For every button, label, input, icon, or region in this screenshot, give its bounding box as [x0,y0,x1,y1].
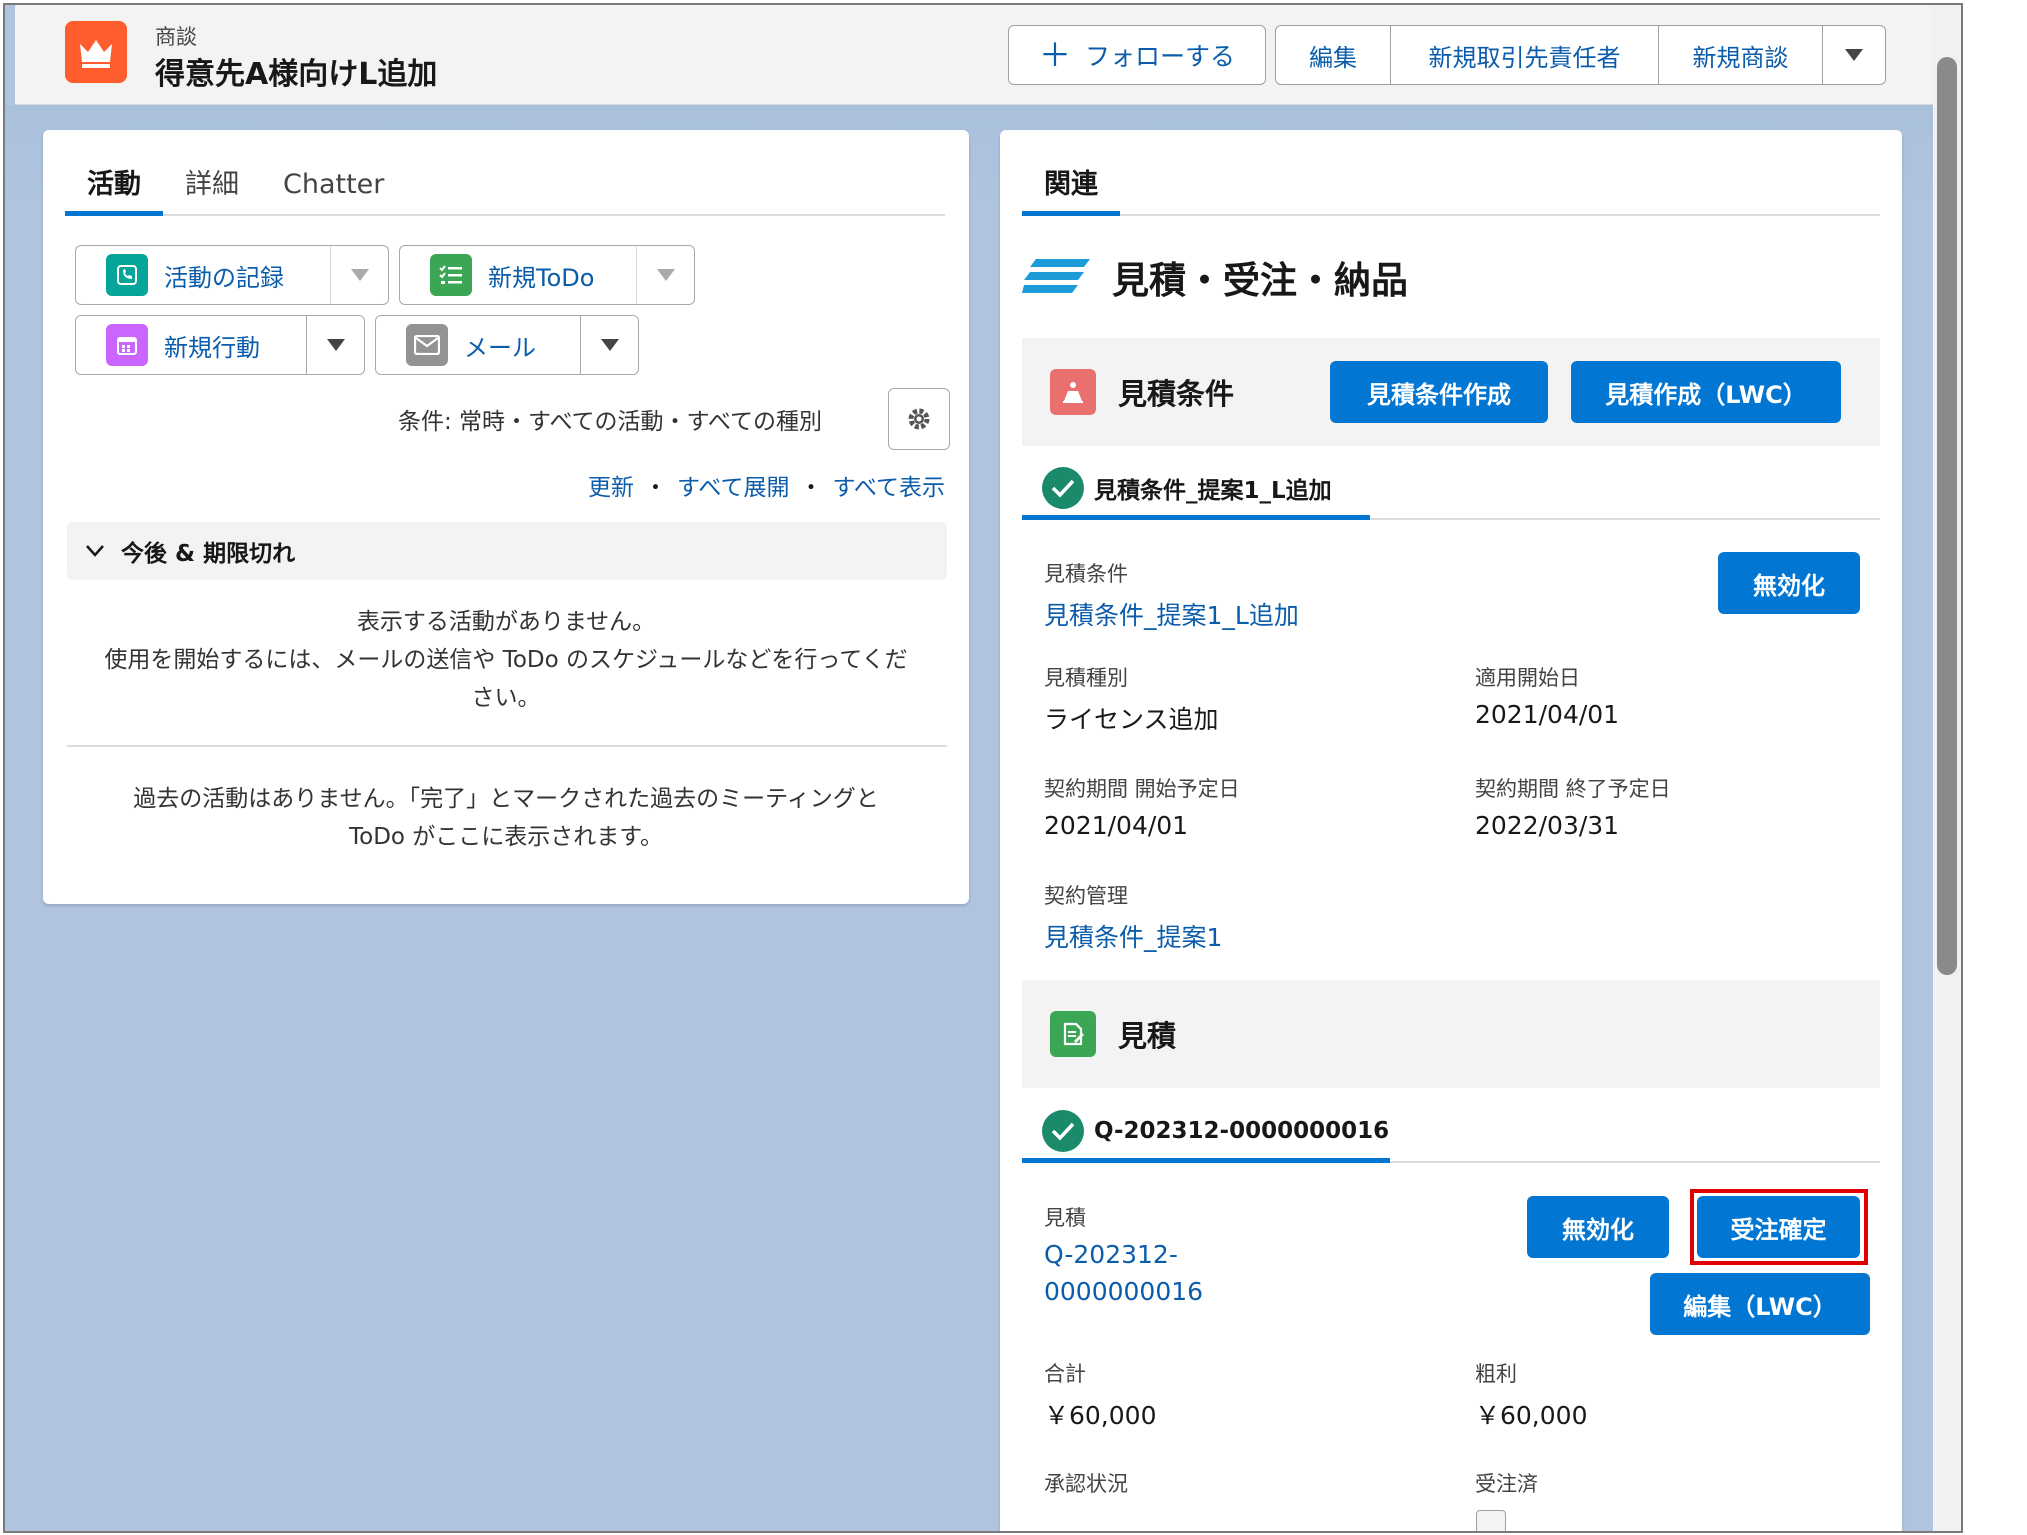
related-panel: 関連 見積・受注・納品 見積条件 見積条件作成 見積作成（LWC） 見積条件_提… [1000,130,1902,1531]
tab-details[interactable]: 詳細 [163,160,261,216]
quote-condition-title: 見積条件 [1118,377,1235,411]
quote-condition-record-tab: 見積条件_提案1_L追加 [1022,460,1880,520]
crown-icon [65,21,127,83]
scrollbar-thumb[interactable] [1937,57,1957,975]
field-label: 受注済 [1475,1472,1538,1496]
field-label: 見積 [1044,1206,1086,1230]
edit-quote-lwc-button[interactable]: 編集（LWC） [1650,1273,1870,1335]
field-label: 契約管理 [1044,884,1128,908]
plus-icon: ＋ [1038,36,1071,74]
log-activity-label: 活動の記録 [164,263,284,292]
chevron-down-icon [656,269,675,281]
upcoming-overdue-section[interactable]: 今後 & 期限切れ [67,522,947,580]
section-title: 今後 & 期限切れ [121,541,296,567]
tab-activity[interactable]: 活動 [65,160,163,216]
new-contact-button[interactable]: 新規取引先責任者 [1391,26,1659,84]
chevron-down-icon [326,339,345,351]
check-icon [1042,1109,1084,1152]
field-label: 見積種別 [1044,666,1128,690]
gear-icon [908,408,930,430]
quote-condition-link[interactable]: 見積条件_提案1_L追加 [1044,596,1299,632]
header-actions: 編集 新規取引先責任者 新規商談 [1275,25,1886,85]
record-title: 得意先A様向けL追加 [155,57,438,92]
expand-all-link[interactable]: すべて展開 [677,468,789,502]
activity-filter-text: 条件: 常時・すべての活動・すべての種別 [398,409,823,435]
quote-condition-record-name[interactable]: 見積条件_提案1_L追加 [1022,460,1370,520]
quote-link-line1[interactable]: Q-202312- [1044,1240,1178,1269]
disable-quote-button[interactable]: 無効化 [1527,1196,1669,1258]
contract-end-value: 2022/03/31 [1475,811,1620,840]
quote-type-value: ライセンス追加 [1044,705,1219,734]
new-event-button[interactable]: 新規行動 [75,315,365,375]
new-todo-button[interactable]: 新規ToDo [399,245,695,305]
email-button[interactable]: メール [375,315,639,375]
new-todo-dropdown[interactable] [636,246,694,304]
new-todo-label: 新規ToDo [488,263,595,292]
object-label: 商談 [155,25,197,49]
new-event-label: 新規行動 [164,333,260,362]
field-label: 粗利 [1475,1362,1517,1386]
total-value: ￥60,000 [1044,1401,1157,1430]
disable-quote-condition-button[interactable]: 無効化 [1718,552,1860,614]
activity-links: 更新 ・ すべて展開 ・ すべて表示 [588,468,945,502]
activity-tabs: 活動 詳細 Chatter [65,160,945,216]
field-label: 見積条件 [1044,562,1128,586]
phone-icon [106,254,148,296]
start-date-value: 2021/04/01 [1475,700,1620,729]
quote-condition-icon [1050,369,1096,415]
filter-settings-button[interactable] [888,388,950,450]
follow-label: フォローする [1085,42,1236,71]
related-tabs: 関連 [1022,160,1880,216]
past-activity-message: 過去の活動はありません。「完了」とマークされた過去のミーティングと ToDo が… [133,786,879,850]
create-quote-lwc-button[interactable]: 見積作成（LWC） [1571,361,1841,423]
follow-button[interactable]: ＋ フォローする [1008,25,1266,85]
empty-activity-message: 表示する活動がありません。 使用を開始するには、メールの送信や ToDo のスケ… [104,609,908,711]
field-label: 合計 [1044,1362,1086,1386]
edit-button[interactable]: 編集 [1276,26,1391,84]
divider [67,745,947,747]
new-event-dropdown[interactable] [306,316,364,374]
chevron-down-icon [1845,49,1863,61]
stack-icon [1022,259,1090,293]
quote-record-tab: Q-202312-0000000016 [1022,1103,1880,1163]
chevron-down-icon [600,339,619,351]
highlight-box [1690,1189,1868,1265]
field-label: 契約期間 終了予定日 [1475,777,1671,801]
refresh-link[interactable]: 更新 [588,468,634,502]
email-icon [406,324,448,366]
new-opportunity-button[interactable]: 新規商談 [1659,26,1823,84]
quote-header: 見積 [1022,980,1880,1088]
email-label: メール [464,333,536,362]
log-activity-dropdown[interactable] [330,246,388,304]
more-actions-button[interactable] [1823,26,1885,84]
ordered-checkbox[interactable] [1476,1510,1506,1531]
quote-record-name[interactable]: Q-202312-0000000016 [1022,1103,1390,1163]
check-icon [1042,466,1084,509]
chevron-down-icon [86,545,104,557]
record-header: 商談 得意先A様向けL追加 ＋ フォローする 編集 新規取引先責任者 新規商談 [15,5,1933,105]
field-label: 適用開始日 [1475,666,1580,690]
quote-title: 見積 [1118,1019,1177,1053]
calendar-icon [106,324,148,366]
quote-link-line2[interactable]: 0000000016 [1044,1277,1203,1306]
show-all-link[interactable]: すべて表示 [832,468,944,502]
field-label: 承認状況 [1044,1472,1128,1496]
app-frame: 商談 得意先A様向けL追加 ＋ フォローする 編集 新規取引先責任者 新規商談 … [3,3,1963,1533]
activity-panel: 活動 詳細 Chatter 活動の記録 新規ToDo 新規行動 メール 条件: … [43,130,969,904]
tab-chatter[interactable]: Chatter [261,160,406,216]
task-list-icon [430,254,472,296]
field-label: 契約期間 開始予定日 [1044,777,1240,801]
related-section-title: 見積・受注・納品 [1022,250,1408,304]
email-dropdown[interactable] [580,316,638,374]
profit-value: ￥60,000 [1475,1401,1588,1430]
tab-related[interactable]: 関連 [1022,160,1120,216]
contract-start-value: 2021/04/01 [1044,811,1189,840]
contract-management-link[interactable]: 見積条件_提案1 [1044,918,1222,954]
chevron-down-icon [350,269,369,281]
create-quote-condition-button[interactable]: 見積条件作成 [1330,361,1548,423]
quote-document-icon [1050,1011,1096,1057]
log-activity-button[interactable]: 活動の記録 [75,245,389,305]
